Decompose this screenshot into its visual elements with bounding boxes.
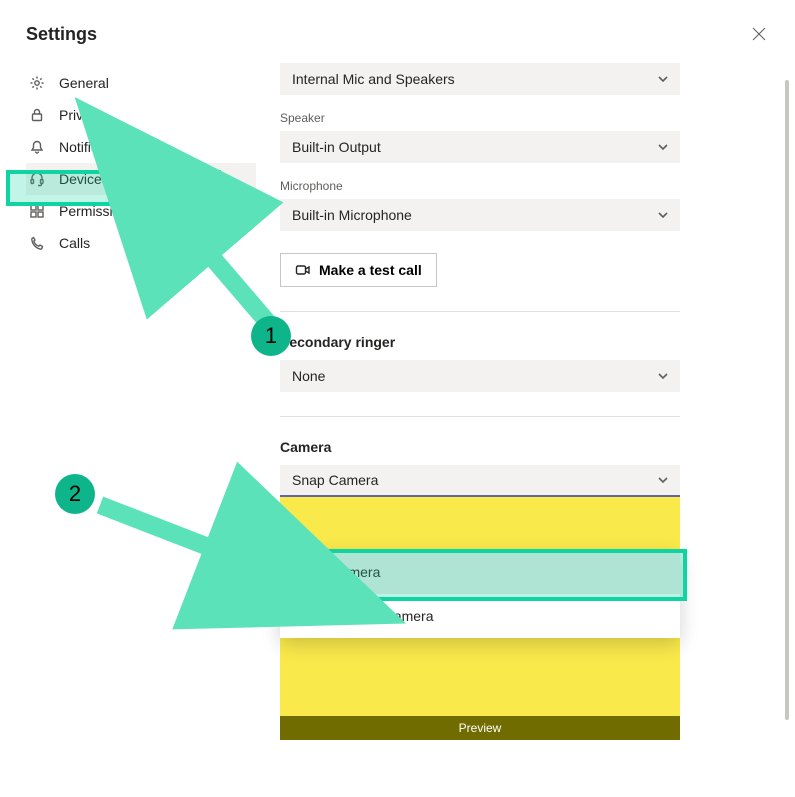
scrollbar[interactable] [785,80,789,720]
select-value: Built-in Output [292,139,381,155]
test-call-icon [295,262,311,278]
speaker-label: Speaker [280,111,727,125]
annotation-badge-2: 2 [55,474,95,514]
sidebar-item-label: Devices [59,171,109,187]
option-label: Snap Camera [294,564,380,580]
microphone-select[interactable]: Built-in Microphone [280,199,680,231]
divider [280,311,680,312]
sidebar-item-privacy[interactable]: Privacy [26,99,256,131]
select-value: None [292,368,325,384]
sidebar-item-label: Privacy [59,107,105,123]
sidebar-item-general[interactable]: General [26,67,256,99]
settings-sidebar: General Privacy Notifications Devices Pe… [26,55,256,740]
sidebar-item-label: Calls [59,235,90,251]
chevron-down-icon [656,140,670,154]
headset-icon [29,171,45,187]
lock-icon [29,107,45,123]
camera-select[interactable]: Snap Camera [280,465,680,497]
make-test-call-button[interactable]: Make a test call [280,253,437,287]
chevron-down-icon [656,473,670,487]
select-value: Built-in Microphone [292,207,412,223]
gear-icon [29,75,45,91]
preview-label: Preview [459,721,502,735]
chevron-down-icon [656,208,670,222]
camera-dropdown-panel: Snap Camera FaceTime HD Camera [280,550,680,638]
camera-label: Camera [280,439,727,455]
secondary-ringer-select[interactable]: None [280,360,680,392]
sidebar-item-label: Notifications [59,139,135,155]
button-label: Make a test call [319,262,422,278]
secondary-ringer-label: Secondary ringer [280,334,727,350]
sidebar-item-calls[interactable]: Calls [26,227,256,259]
speaker-select[interactable]: Built-in Output [280,131,680,163]
option-label: FaceTime HD Camera [294,608,434,624]
sidebar-item-notifications[interactable]: Notifications [26,131,256,163]
camera-option-snap[interactable]: Snap Camera [280,550,680,594]
microphone-label: Microphone [280,179,727,193]
sidebar-item-permissions[interactable]: Permissions [26,195,256,227]
sidebar-item-devices[interactable]: Devices [26,163,256,195]
select-value: Snap Camera [292,472,378,488]
chevron-down-icon [656,72,670,86]
camera-option-facetime[interactable]: FaceTime HD Camera [280,594,680,638]
close-button[interactable] [749,24,769,44]
annotation-badge-1: 1 [251,316,291,356]
phone-icon [29,235,45,251]
divider [280,416,680,417]
chevron-down-icon [656,369,670,383]
audio-device-select[interactable]: Internal Mic and Speakers [280,63,680,95]
page-title: Settings [26,24,97,45]
sidebar-item-label: Permissions [59,203,135,219]
grid-icon [29,203,45,219]
bell-icon [29,139,45,155]
sidebar-item-label: General [59,75,109,91]
select-value: Internal Mic and Speakers [292,71,455,87]
preview-label-bar: Preview [280,716,680,740]
